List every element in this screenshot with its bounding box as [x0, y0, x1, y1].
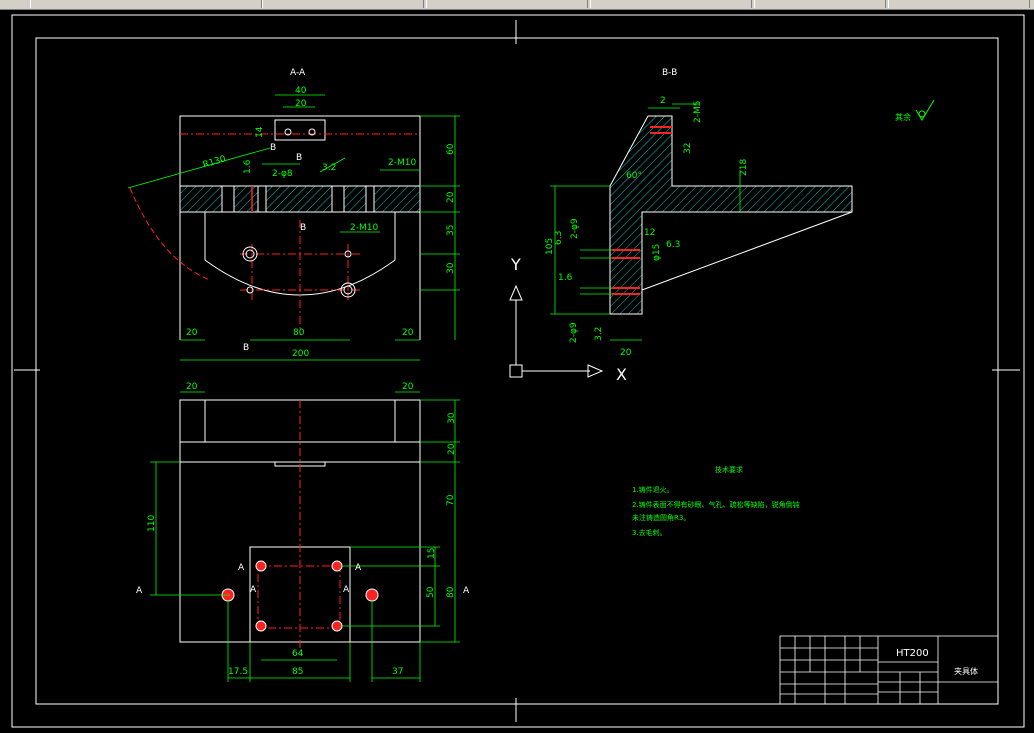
dim-bot-37: 37 — [392, 667, 403, 677]
dim-aa-20-side: 20 — [446, 191, 456, 203]
section-mark-b2: B — [296, 153, 302, 163]
layer-toolbar[interactable] — [30, 0, 262, 8]
dim-aa-20-left: 20 — [186, 328, 198, 338]
dim-aa-80: 80 — [293, 328, 305, 338]
dim-bot-70: 70 — [446, 494, 456, 506]
dim-bb-2m5: 2-M5 — [693, 101, 703, 123]
dim-aa-1-6: 1.6 — [243, 159, 253, 174]
dim-bot-20-left: 20 — [186, 382, 198, 392]
lineweight-dropdown[interactable] — [754, 0, 886, 8]
view-bb-title: B-B — [662, 68, 677, 78]
section-mark-b1: B — [270, 143, 276, 153]
color-dropdown[interactable] — [426, 0, 588, 8]
section-mark-b4: B — [243, 343, 249, 353]
title-block-part-name: 夹具体 — [954, 666, 978, 676]
dim-bb-6-3-left: 6.3 — [554, 231, 564, 245]
dim-bot-20-side: 20 — [447, 443, 457, 455]
dim-bot-30: 30 — [447, 412, 457, 424]
axis-x-label: X — [616, 365, 627, 384]
tech-req-line-1: 1.铸件退火。 — [632, 485, 674, 494]
dim-bb-3-2: 3.2 — [594, 327, 604, 341]
dim-aa-2m10-top: 2-M10 — [388, 158, 416, 168]
dim-aa-35: 35 — [446, 225, 456, 236]
view-bb: B-B 2 2-M5 32 60° 218 12 105 2-φ9 6.3 6.… — [509, 68, 853, 384]
section-mark-a1: A — [136, 586, 143, 596]
tech-req-line-3: 未注铸造圆角R3。 — [632, 513, 690, 522]
dim-aa-20-right: 20 — [402, 328, 414, 338]
dim-bb-2phi9-bottom: 2-φ9 — [569, 322, 579, 343]
dim-aa-2m10-mid: 2-M10 — [350, 223, 378, 233]
dim-bot-15: 15 — [427, 548, 437, 559]
dim-bot-64: 64 — [292, 649, 304, 659]
dim-aa-3-2: 3.2 — [322, 163, 336, 173]
tech-requirements: 技术要求 1.铸件退火。 2.铸件表面不得有砂眼、气孔、疏松等缺陷，锐角倒钝 未… — [632, 465, 800, 537]
dim-aa-60: 60 — [446, 143, 456, 155]
dim-bb-2: 2 — [660, 96, 666, 106]
dim-bb-2phi9-top: 2-φ9 — [570, 218, 580, 239]
dim-bb-phi15: φ15 — [652, 244, 662, 261]
dim-aa-30: 30 — [446, 262, 456, 274]
dim-aa-20-top: 20 — [295, 99, 307, 109]
section-mark-a2: A — [463, 586, 470, 596]
tech-req-title: 技术要求 — [715, 465, 743, 474]
section-mark-a4: A — [355, 563, 362, 573]
title-block-material: HT200 — [896, 648, 929, 659]
roughness-note-label: 其余 — [895, 112, 911, 122]
cad-toolbar — [0, 0, 1034, 10]
view-bottom: 20 20 30 20 110 70 15 50 80 17.5 85 64 3… — [136, 382, 470, 682]
dim-bot-85: 85 — [292, 667, 303, 677]
title-block: HT200 夹具体 — [779, 635, 999, 705]
plotstyle-dropdown[interactable] — [888, 0, 1030, 8]
dim-bb-60deg: 60° — [626, 171, 642, 181]
dim-bot-110: 110 — [147, 515, 157, 532]
dim-bb-20: 20 — [620, 348, 632, 358]
dim-bot-20-right: 20 — [402, 382, 414, 392]
dim-bot-50: 50 — [426, 586, 436, 598]
view-aa: A-A 40 20 14 60 20 35 30 80 20 20 200 R1… — [127, 68, 460, 361]
tech-req-line-2: 2.铸件表面不得有砂眼、气孔、疏松等缺陷，锐角倒钝 — [632, 500, 800, 509]
dim-aa-200: 200 — [292, 349, 309, 359]
dim-bot-17-5: 17.5 — [228, 667, 248, 677]
properties-toolbar[interactable] — [262, 0, 424, 8]
dim-bb-218: 218 — [739, 159, 749, 176]
drawing-canvas[interactable]: A-A 40 20 14 60 20 35 30 80 20 20 200 R1… — [0, 10, 1034, 733]
linetype-dropdown[interactable] — [590, 0, 752, 8]
dim-aa-2phi8: 2-φ8 — [272, 169, 293, 179]
dim-aa-40: 40 — [295, 86, 307, 96]
dim-bb-1-6: 1.6 — [558, 273, 573, 283]
section-mark-a5: A — [250, 585, 257, 595]
axis-y-label: Y — [510, 255, 521, 274]
ucs-icon — [509, 284, 604, 378]
tech-req-line-4: 3.去毛刺。 — [632, 528, 667, 537]
sheet-frame — [11, 14, 1025, 728]
dim-bb-6-3-right: 6.3 — [666, 240, 680, 250]
roughness-note: 其余 — [895, 99, 935, 122]
dim-aa-r130: R130 — [202, 154, 228, 170]
dim-aa-14: 14 — [255, 126, 265, 138]
dim-bb-12: 12 — [644, 228, 655, 238]
view-aa-title: A-A — [290, 68, 306, 78]
section-mark-a6: A — [343, 585, 350, 595]
section-mark-b3: B — [300, 223, 306, 233]
dim-bot-80: 80 — [446, 586, 456, 598]
section-mark-a3: A — [238, 563, 245, 573]
dim-bb-32: 32 — [683, 143, 693, 154]
